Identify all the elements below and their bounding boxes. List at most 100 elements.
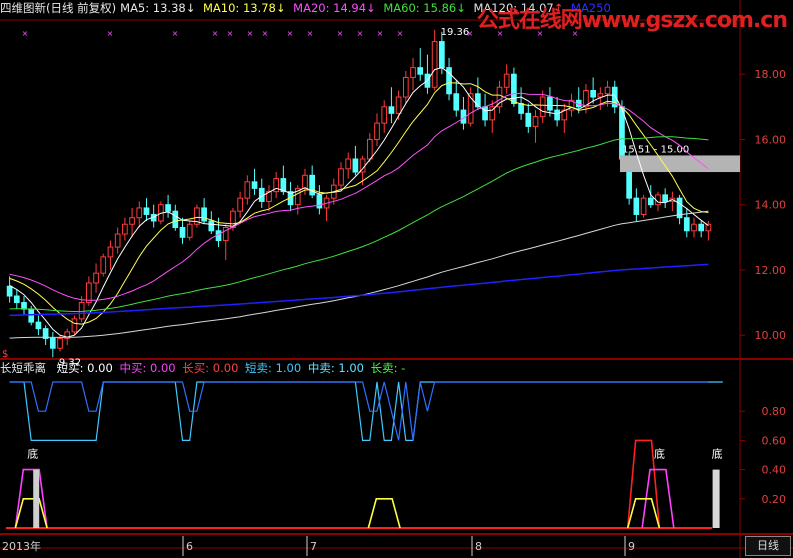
candle-body [251, 181, 258, 189]
candle-body [244, 181, 251, 199]
candle-body [518, 103, 524, 114]
long-sell-value: 长卖: - [370, 361, 406, 375]
candle-body [35, 321, 42, 330]
signal-mark: × [377, 29, 384, 38]
indicator-tick-label: 0.20 [762, 493, 787, 506]
candle-body [453, 93, 460, 111]
candle-body [511, 73, 517, 105]
candle-body [503, 73, 510, 88]
candle-body [402, 76, 409, 98]
candle-body [57, 337, 63, 349]
candle-body [71, 318, 78, 333]
candle-body [374, 122, 380, 140]
candle-body [647, 197, 654, 206]
period-tab[interactable]: 日线 [745, 536, 791, 556]
candle-body [683, 217, 690, 232]
candlestick-series: 15.51 - 15.0019.369.32$ [2, 27, 740, 368]
high-label: 19.36 [441, 27, 470, 38]
candle-body [114, 233, 121, 248]
ma5-label: MA5: 13.38 [120, 1, 186, 15]
signal-mark: × [357, 29, 364, 38]
time-label: 6 [186, 540, 193, 553]
candle-body [201, 207, 207, 222]
long-buy-value: 长买: 0.00 [182, 361, 239, 375]
candle-body [410, 67, 416, 78]
candle-body [129, 217, 135, 225]
candle-body [122, 223, 128, 235]
candle-body [143, 207, 150, 215]
candle-body [366, 138, 373, 160]
candle-body [208, 220, 215, 232]
gap-label: 15.51 - 15.00 [622, 144, 689, 155]
ma10-label: MA10: 13.78 [203, 1, 276, 15]
moving-average-lines [9, 67, 709, 339]
candle-body [21, 302, 27, 310]
candle-body [93, 272, 99, 284]
candle-body [698, 223, 705, 232]
price-tick-label: 10.00 [755, 329, 787, 342]
ma120-line [9, 210, 709, 339]
candle-body [597, 93, 604, 98]
signal-mark: × [212, 29, 219, 38]
candle-body [13, 295, 20, 304]
time-label: 9 [628, 540, 635, 553]
candle-body [640, 197, 647, 215]
price-tick-label: 14.00 [755, 199, 787, 212]
candle-body [352, 158, 359, 173]
candle-body [439, 41, 445, 69]
candle-body [49, 337, 56, 349]
ma10-line [9, 82, 709, 325]
ma20-line [9, 92, 709, 301]
arrow-down-icon: ↓ [185, 1, 196, 15]
candle-body [554, 109, 560, 121]
signal-mark: × [172, 29, 179, 38]
indicator-tick-label: 0.60 [762, 434, 787, 447]
indicator-header: 长短乖离 短买: 0.00 中买: 0.00 长买: 0.00 短卖: 1.00… [0, 360, 740, 376]
signal-mark: × [397, 29, 404, 38]
time-label: 2013年 [2, 539, 41, 553]
candle-body [633, 197, 640, 215]
candle-body [172, 210, 179, 229]
candle-body [547, 96, 553, 111]
signal-mark: × [287, 29, 294, 38]
candle-body [338, 168, 344, 186]
candle-body [395, 96, 402, 114]
candle-body [186, 223, 193, 238]
ma60-line [9, 136, 709, 313]
candle-body [590, 90, 596, 98]
candle-body [6, 285, 13, 297]
ma20-label: MA20: 14.94 [293, 1, 367, 15]
ma60-label: MA60: 15.86 [383, 1, 457, 15]
candle-body [381, 106, 388, 124]
time-label: 8 [475, 540, 482, 553]
price-tick-label: 18.00 [755, 68, 787, 81]
arrow-down-icon: ↓ [456, 1, 466, 15]
candle-body [345, 158, 352, 170]
candle-body [525, 112, 532, 127]
signal-mark: × [22, 29, 29, 38]
signal-mark: × [107, 29, 114, 38]
short-sell-value: 短卖: 1.00 [245, 361, 302, 375]
candle-body [28, 308, 35, 323]
candle-body [237, 197, 243, 212]
candle-body [604, 86, 611, 95]
sub-marker: $ [2, 349, 8, 360]
stock-title: 四维图新(日线 前复权) [0, 1, 117, 15]
candle-body [482, 106, 488, 121]
buy-pulse [367, 497, 401, 529]
candle-body [431, 41, 438, 88]
candle-body [532, 116, 539, 127]
bottom-bar [712, 469, 720, 528]
short-sell-line [9, 381, 723, 441]
arrow-down-icon: ↓ [366, 1, 376, 15]
price-tick-label: 12.00 [755, 264, 787, 277]
candle-body [417, 67, 424, 75]
signal-mark: × [307, 29, 314, 38]
signal-mark: × [262, 29, 269, 38]
candle-body [107, 246, 114, 258]
candle-body [86, 282, 92, 304]
candle-body [662, 194, 669, 202]
candle-body [179, 227, 186, 238]
chart-canvas: × × × × × × × × × × × × × × × × × 15.51 - 15.0019.369.32… [0, 0, 793, 558]
time-label: 7 [310, 540, 317, 553]
